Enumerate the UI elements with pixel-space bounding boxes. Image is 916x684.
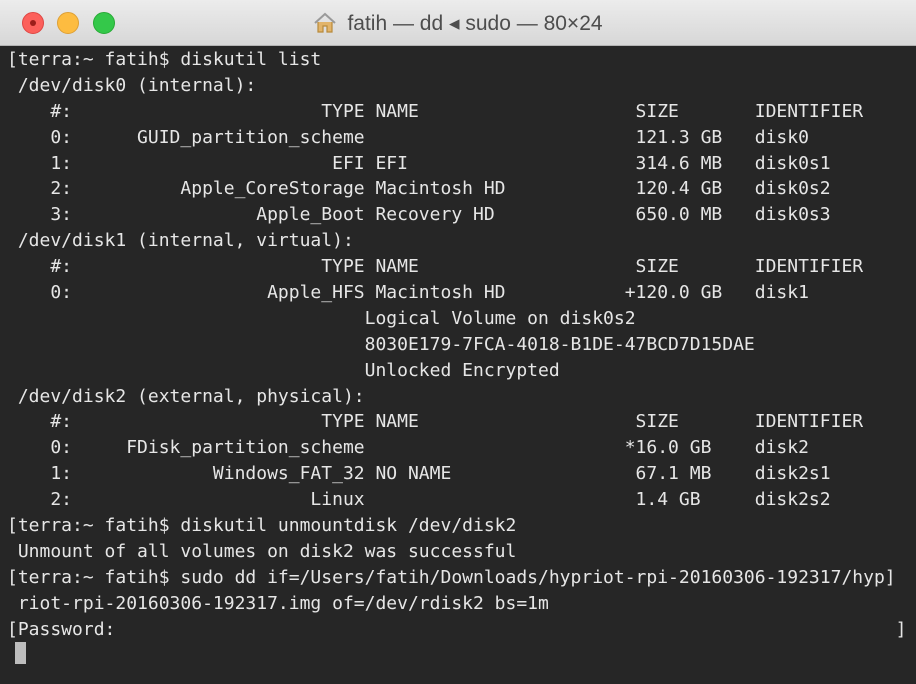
terminal-line: Unmount of all volumes on disk2 was succ… — [7, 540, 517, 562]
cursor-line — [7, 642, 904, 668]
terminal-line: [terra:~ fatih$ sudo dd if=/Users/fatih/… — [7, 566, 896, 588]
terminal-line: 0: FDisk_partition_scheme *16.0 GB disk2 — [7, 437, 809, 459]
terminal-line: /dev/disk2 (external, physical): — [7, 385, 365, 407]
terminal-line: Unlocked Encrypted — [7, 359, 560, 381]
terminal-line: 2: Linux 1.4 GB disk2s2 — [7, 489, 831, 511]
terminal-output[interactable]: [terra:~ fatih$ diskutil list /dev/disk0… — [7, 47, 904, 679]
terminal-line: 8030E179-7FCA-4018-B1DE-47BCD7D15DAE — [7, 333, 755, 355]
terminal-line: riot-rpi-20160306-192317.img of=/dev/rdi… — [7, 592, 549, 614]
terminal-line: 1: EFI EFI 314.6 MB disk0s1 — [7, 152, 831, 174]
terminal-line: [terra:~ fatih$ diskutil unmountdisk /de… — [7, 515, 517, 537]
terminal-line: /dev/disk1 (internal, virtual): — [7, 230, 354, 252]
terminal-line: 0: GUID_partition_scheme 121.3 GB disk0 — [7, 126, 809, 148]
scrollbar[interactable] — [906, 47, 916, 679]
terminal-line: /dev/disk0 (internal): — [7, 74, 257, 96]
terminal-line: [Password: ] — [7, 618, 904, 640]
terminal-window: fatih — dd ◂ sudo — 80×24 [terra:~ fatih… — [0, 0, 916, 684]
terminal-line: #: TYPE NAME SIZE IDENTIFIER — [7, 256, 864, 278]
title-bar[interactable]: fatih — dd ◂ sudo — 80×24 — [0, 0, 916, 46]
terminal-line: [terra:~ fatih$ diskutil list — [7, 49, 322, 70]
window-title-wrap: fatih — dd ◂ sudo — 80×24 — [0, 8, 916, 38]
terminal-line: #: TYPE NAME SIZE IDENTIFIER — [7, 100, 864, 122]
terminal-line: 3: Apple_Boot Recovery HD 650.0 MB disk0… — [7, 204, 831, 226]
terminal-line: 0: Apple_HFS Macintosh HD +120.0 GB disk… — [7, 282, 809, 304]
window-title: fatih — dd ◂ sudo — 80×24 — [347, 11, 603, 35]
terminal-line: 1: Windows_FAT_32 NO NAME 67.1 MB disk2s… — [7, 463, 831, 485]
terminal-line: #: TYPE NAME SIZE IDENTIFIER — [7, 411, 864, 433]
terminal-line: 2: Apple_CoreStorage Macintosh HD 120.4 … — [7, 178, 831, 200]
terminal-line: Logical Volume on disk0s2 — [7, 307, 636, 329]
text-cursor — [15, 642, 26, 665]
home-icon — [314, 12, 337, 33]
